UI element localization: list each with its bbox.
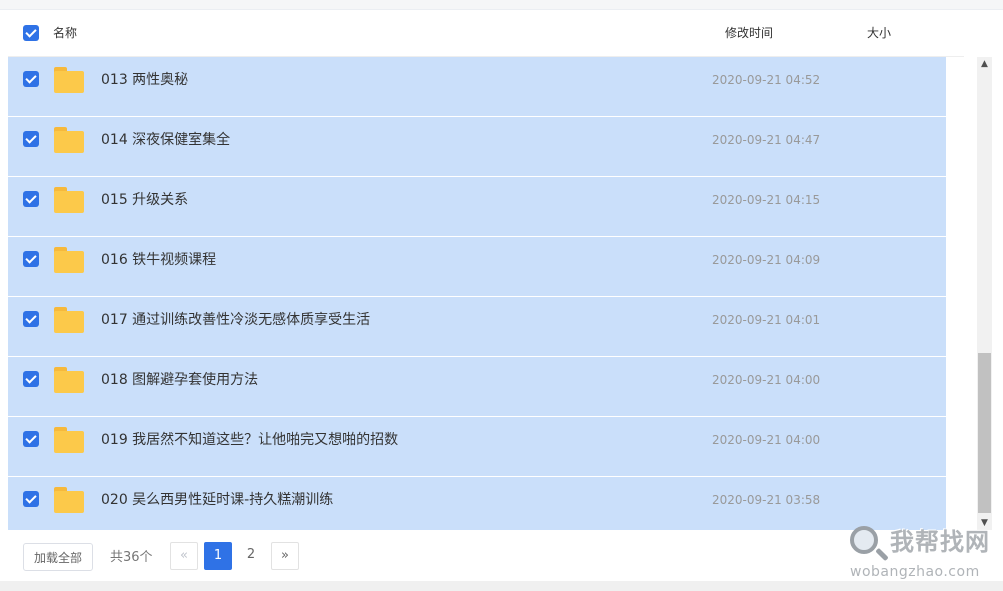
top-strip: [0, 0, 1003, 10]
magnifier-handle: [875, 547, 889, 562]
row-checkbox[interactable]: [23, 431, 39, 447]
prev-page-button[interactable]: «: [170, 542, 198, 570]
file-list: 013 两性奥秘 2020-09-21 04:52 014 深夜保健室集全 20…: [8, 57, 946, 530]
folder-icon: [54, 487, 84, 513]
row-checkbox[interactable]: [23, 371, 39, 387]
pagination-bar: 加载全部 共36个 « 1 2 »: [8, 531, 964, 581]
file-row[interactable]: 013 两性奥秘 2020-09-21 04:52: [8, 57, 946, 117]
file-row[interactable]: 017 通过训练改善性冷淡无感体质享受生活 2020-09-21 04:01: [8, 297, 946, 357]
folder-icon: [54, 67, 84, 93]
folder-icon: [54, 367, 84, 393]
column-header-modified-time[interactable]: 修改时间: [725, 25, 773, 41]
file-modified-time: 2020-09-21 04:52: [712, 73, 821, 87]
folder-icon: [54, 247, 84, 273]
row-checkbox[interactable]: [23, 191, 39, 207]
row-checkbox[interactable]: [23, 251, 39, 267]
watermark-text-en: wobangzhao.com: [850, 564, 980, 580]
row-checkbox[interactable]: [23, 311, 39, 327]
watermark: 我帮找网 wobangzhao.com: [848, 522, 998, 584]
scroll-thumb[interactable]: [978, 353, 991, 513]
next-page-button[interactable]: »: [271, 542, 299, 570]
file-row[interactable]: 014 深夜保健室集全 2020-09-21 04:47: [8, 117, 946, 177]
file-name[interactable]: 015 升级关系: [101, 191, 188, 209]
file-modified-time: 2020-09-21 04:15: [712, 193, 821, 207]
vertical-scrollbar[interactable]: ▲ ▼: [977, 57, 992, 530]
row-checkbox[interactable]: [23, 71, 39, 87]
folder-icon: [54, 307, 84, 333]
file-name[interactable]: 020 吴么西男性延时课-持久糕潮训练: [101, 491, 333, 509]
file-modified-time: 2020-09-21 04:01: [712, 313, 821, 327]
file-name[interactable]: 016 铁牛视频课程: [101, 251, 216, 269]
file-name[interactable]: 014 深夜保健室集全: [101, 131, 230, 149]
column-header-name[interactable]: 名称: [53, 25, 77, 41]
row-checkbox[interactable]: [23, 131, 39, 147]
folder-icon: [54, 127, 84, 153]
file-row[interactable]: 015 升级关系 2020-09-21 04:15: [8, 177, 946, 237]
file-modified-time: 2020-09-21 04:09: [712, 253, 821, 267]
watermark-text-cn: 我帮找网: [890, 528, 990, 556]
file-list-header: 名称 修改时间 大小: [8, 10, 964, 57]
file-name[interactable]: 018 图解避孕套使用方法: [101, 371, 258, 389]
magnifier-icon: [850, 526, 878, 554]
file-row[interactable]: 016 铁牛视频课程 2020-09-21 04:09: [8, 237, 946, 297]
file-row[interactable]: 019 我居然不知道这些？让他啪完又想啪的招数 2020-09-21 04:00: [8, 417, 946, 477]
page-2-button[interactable]: 2: [237, 542, 265, 570]
load-all-button[interactable]: 加载全部: [23, 543, 93, 571]
file-name[interactable]: 019 我居然不知道这些？让他啪完又想啪的招数: [101, 431, 398, 449]
file-modified-time: 2020-09-21 04:47: [712, 133, 821, 147]
page-1-button[interactable]: 1: [204, 542, 232, 570]
select-all-checkbox[interactable]: [23, 25, 39, 41]
file-modified-time: 2020-09-21 03:58: [712, 493, 821, 507]
scroll-up-arrow-icon[interactable]: ▲: [977, 57, 992, 71]
file-modified-time: 2020-09-21 04:00: [712, 433, 821, 447]
folder-icon: [54, 427, 84, 453]
file-row[interactable]: 020 吴么西男性延时课-持久糕潮训练 2020-09-21 03:58: [8, 477, 946, 530]
column-header-size[interactable]: 大小: [867, 25, 891, 41]
file-name[interactable]: 017 通过训练改善性冷淡无感体质享受生活: [101, 311, 370, 329]
file-name[interactable]: 013 两性奥秘: [101, 71, 188, 89]
folder-icon: [54, 187, 84, 213]
total-count: 共36个: [110, 550, 153, 565]
file-modified-time: 2020-09-21 04:00: [712, 373, 821, 387]
file-row[interactable]: 018 图解避孕套使用方法 2020-09-21 04:00: [8, 357, 946, 417]
row-checkbox[interactable]: [23, 491, 39, 507]
